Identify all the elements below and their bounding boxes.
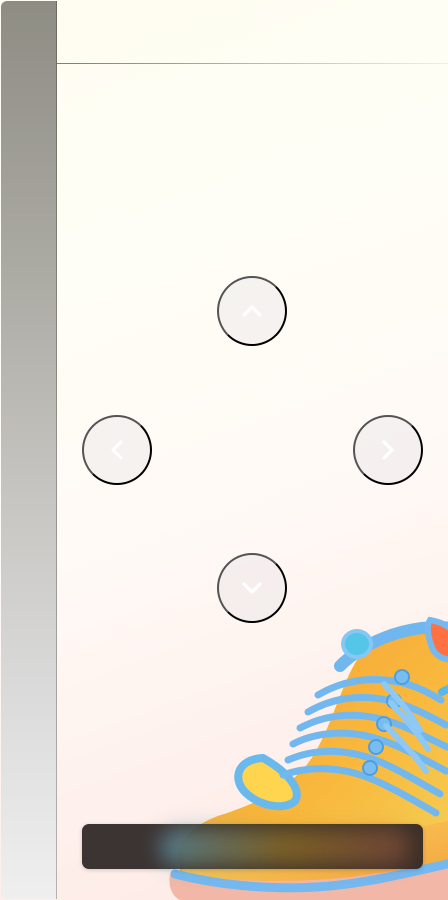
navigate-down-button[interactable] bbox=[217, 553, 287, 623]
navigate-left-button[interactable] bbox=[82, 415, 152, 485]
bottom-action-bar[interactable] bbox=[82, 824, 423, 869]
app-canvas bbox=[0, 0, 448, 900]
chevron-up-icon bbox=[242, 305, 262, 317]
left-sidebar bbox=[1, 1, 57, 899]
bottom-bar-blurred-preview bbox=[160, 828, 410, 866]
chevron-left-icon bbox=[111, 440, 123, 460]
chevron-right-icon bbox=[382, 440, 394, 460]
chevron-down-icon bbox=[242, 582, 262, 594]
navigate-right-button[interactable] bbox=[353, 415, 423, 485]
navigate-up-button[interactable] bbox=[217, 276, 287, 346]
header-divider bbox=[57, 63, 448, 64]
